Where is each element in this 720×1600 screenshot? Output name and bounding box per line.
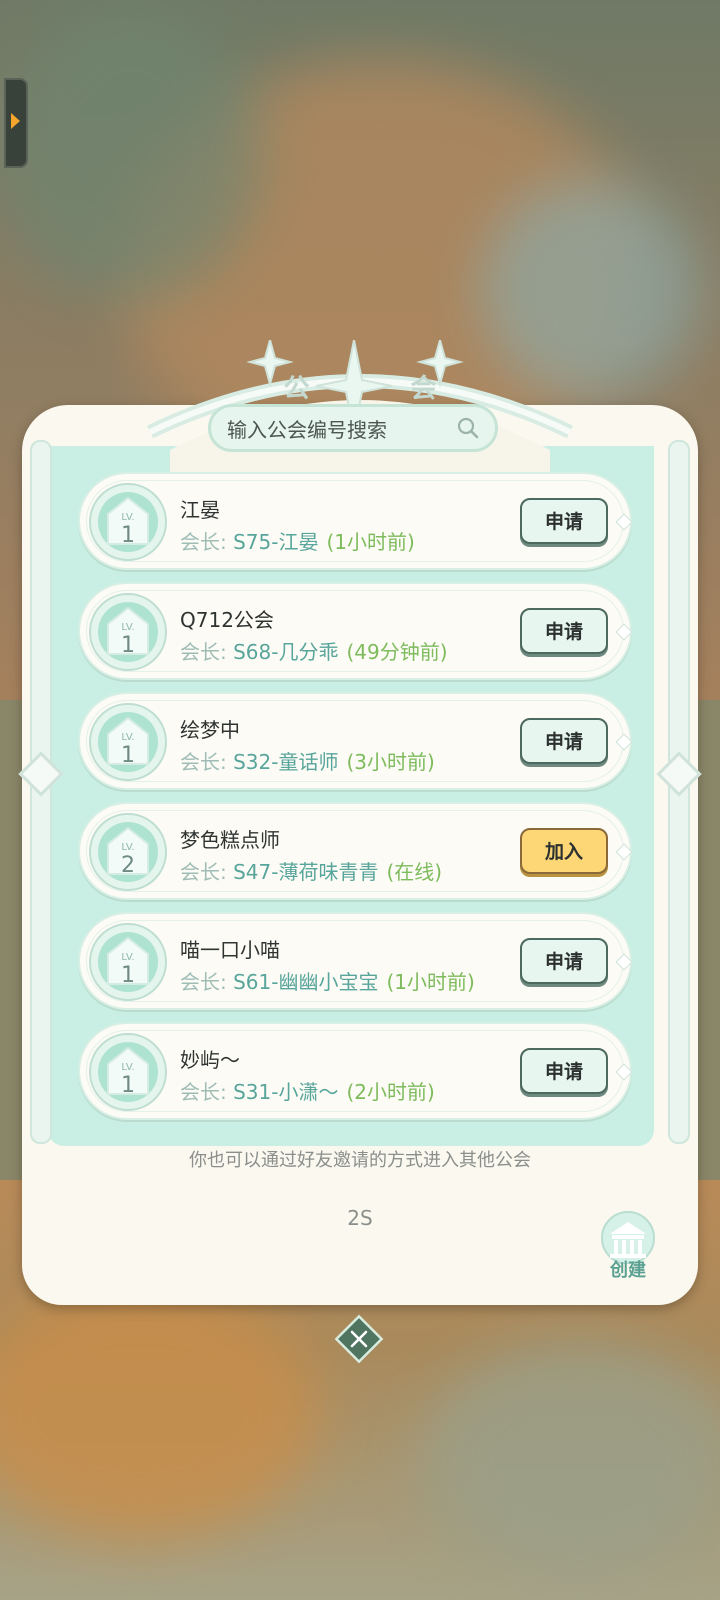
chevron-right-icon <box>11 113 20 129</box>
guild-name: 妙屿～ <box>180 1048 240 1072</box>
guild-level: 1 <box>121 523 135 548</box>
guild-row: LV. 1 Q712公会 会长: S68-几分乖 (49分钟前) 申请 <box>78 582 633 680</box>
guild-name: 喵一口小喵 <box>180 938 280 962</box>
create-guild-button[interactable]: 创建 <box>592 1208 664 1284</box>
apply-button[interactable]: 申请 <box>520 608 608 654</box>
guild-level: 1 <box>121 963 135 988</box>
guild-row: LV. 1 江晏 会长: S75-江晏 (1小时前) 申请 <box>78 472 633 570</box>
guild-level-badge: LV. 1 <box>89 483 167 561</box>
svg-text:LV.: LV. <box>121 512 134 523</box>
guild-leader: 会长: S32-童话师 (3小时前) <box>180 750 435 774</box>
guild-level-badge: LV. 1 <box>89 593 167 671</box>
svg-text:LV.: LV. <box>121 1062 134 1073</box>
apply-button[interactable]: 申请 <box>520 718 608 764</box>
search-icon[interactable] <box>457 417 479 439</box>
create-label: 创建 <box>610 1260 646 1281</box>
guild-level: 1 <box>121 743 135 768</box>
guild-name: Q712公会 <box>180 608 274 632</box>
guild-name: 绘梦中 <box>180 718 240 742</box>
panel-title: 公 会 <box>283 374 483 404</box>
guild-name: 江晏 <box>180 498 220 522</box>
svg-text:LV.: LV. <box>121 732 134 743</box>
guild-search-bar[interactable] <box>208 404 498 452</box>
guild-level: 1 <box>121 1073 135 1098</box>
close-button[interactable] <box>334 1314 384 1364</box>
guild-level-badge: LV. 1 <box>89 923 167 1001</box>
guild-level-badge: LV. 2 <box>89 813 167 891</box>
guild-row: LV. 1 妙屿～ 会长: S31-小潇～ (2小时前) 申请 <box>78 1022 633 1120</box>
guild-leader: 会长: S31-小潇～ (2小时前) <box>180 1080 435 1104</box>
guild-level-badge: LV. 1 <box>89 703 167 781</box>
svg-text:LV.: LV. <box>121 952 134 963</box>
guild-level: 2 <box>121 853 135 878</box>
guild-row: LV. 1 绘梦中 会长: S32-童话师 (3小时前) 申请 <box>78 692 633 790</box>
apply-button[interactable]: 申请 <box>520 1048 608 1094</box>
guild-level: 1 <box>121 633 135 658</box>
guild-row: LV. 2 梦色糕点师 会长: S47-薄荷味青青 (在线) 加入 <box>78 802 633 900</box>
guild-leader: 会长: S68-几分乖 (49分钟前) <box>180 640 448 664</box>
apply-button[interactable]: 申请 <box>520 498 608 544</box>
svg-text:LV.: LV. <box>121 622 134 633</box>
guild-row: LV. 1 喵一口小喵 会长: S61-幽幽小宝宝 (1小时前) 申请 <box>78 912 633 1010</box>
invite-hint-text: 你也可以通过好友邀请的方式进入其他公会 <box>189 1150 531 1171</box>
guild-leader: 会长: S75-江晏 (1小时前) <box>180 530 415 554</box>
apply-button[interactable]: 申请 <box>520 938 608 984</box>
guild-leader: 会长: S61-幽幽小宝宝 (1小时前) <box>180 970 475 994</box>
side-drawer-tab[interactable] <box>4 78 28 168</box>
guild-search-input[interactable] <box>225 415 449 445</box>
guild-level-badge: LV. 1 <box>89 1033 167 1111</box>
guild-name: 梦色糕点师 <box>180 828 280 852</box>
svg-text:LV.: LV. <box>121 842 134 853</box>
join-button[interactable]: 加入 <box>520 828 608 874</box>
guild-leader: 会长: S47-薄荷味青青 (在线) <box>180 860 443 884</box>
